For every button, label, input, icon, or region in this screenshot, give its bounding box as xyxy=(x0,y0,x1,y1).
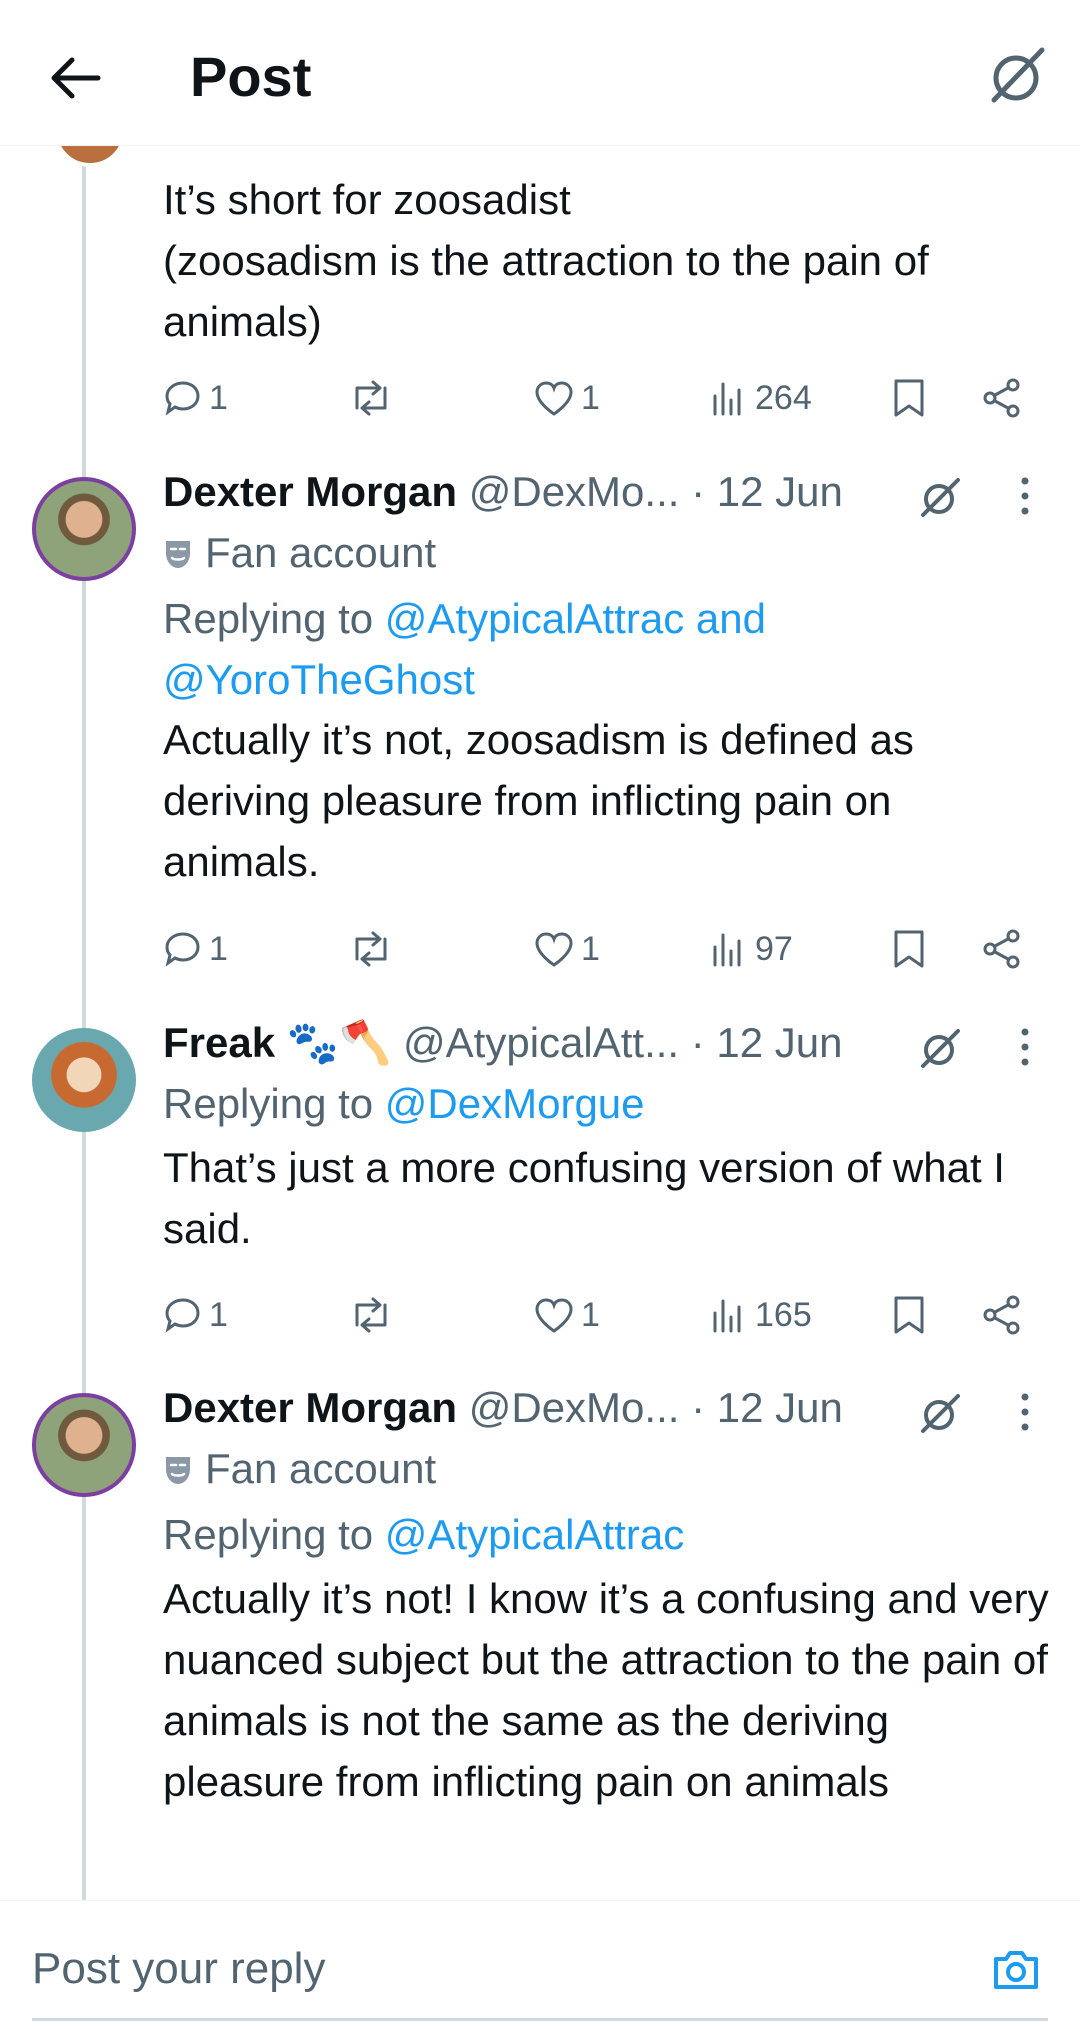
more-options-icon[interactable] xyxy=(1010,471,1040,521)
grok-icon[interactable] xyxy=(918,1391,962,1435)
theater-mask-icon xyxy=(166,1457,190,1484)
more-options-icon[interactable] xyxy=(1010,1022,1040,1072)
like-count: 1 xyxy=(581,929,600,968)
views-icon xyxy=(713,382,741,416)
view-count: 97 xyxy=(755,929,793,968)
share-button[interactable] xyxy=(981,919,1023,979)
avatar[interactable] xyxy=(32,1028,136,1132)
like-button[interactable]: 1 xyxy=(533,919,600,979)
repost-button[interactable] xyxy=(349,1285,393,1345)
display-name[interactable]: Dexter Morgan xyxy=(163,1384,457,1431)
display-name[interactable]: Dexter Morgan xyxy=(163,468,457,515)
bookmark-button[interactable] xyxy=(891,368,927,428)
reply-bar xyxy=(0,1900,1080,2032)
post-header: Dexter Morgan @DexMo... · 12 Jun xyxy=(163,461,843,522)
page-title: Post xyxy=(190,45,312,108)
reply-input[interactable] xyxy=(32,1939,932,1999)
bookmark-icon xyxy=(894,930,924,968)
view-count: 264 xyxy=(755,378,812,417)
view-count: 165 xyxy=(755,1295,812,1334)
post-text: Actually it’s not! I know it’s a confusi… xyxy=(163,1575,1049,1805)
like-button[interactable]: 1 xyxy=(533,368,600,428)
like-count: 1 xyxy=(581,378,600,417)
repost-icon xyxy=(355,1297,387,1333)
share-button[interactable] xyxy=(981,368,1023,428)
reply-icon xyxy=(165,381,200,416)
reply-count: 1 xyxy=(209,929,228,968)
post-actions: 1 1 264 xyxy=(163,368,1043,428)
top-bar: Post xyxy=(0,0,1080,146)
thread-line xyxy=(82,145,86,1900)
share-icon xyxy=(983,378,1020,418)
repost-icon xyxy=(355,931,387,967)
display-name[interactable]: Freak 🐾🪓 xyxy=(163,1019,391,1066)
replying-to: Replying to @AtypicalAttrac xyxy=(163,1511,685,1558)
heart-icon xyxy=(535,381,573,416)
avatar[interactable] xyxy=(53,145,127,167)
repost-button[interactable] xyxy=(349,368,393,428)
post-header: Dexter Morgan @DexMo... · 12 Jun xyxy=(163,1377,843,1438)
views-icon xyxy=(713,1299,741,1333)
bookmark-icon xyxy=(894,379,924,417)
separator-dot: · xyxy=(691,1384,706,1431)
separator-dot: · xyxy=(691,468,706,515)
post-date[interactable]: 12 Jun xyxy=(716,1019,842,1066)
views-button[interactable]: 165 xyxy=(709,1285,812,1345)
user-handle[interactable]: @DexMo... xyxy=(469,468,680,515)
post-date[interactable]: 12 Jun xyxy=(717,1384,843,1431)
more-options-icon[interactable] xyxy=(1010,1387,1040,1437)
share-icon xyxy=(983,929,1020,969)
theater-mask-icon xyxy=(166,541,190,568)
repost-button[interactable] xyxy=(349,919,393,979)
replying-to: Replying to @DexMorgue xyxy=(163,1080,645,1127)
views-icon xyxy=(713,933,741,967)
post-text: It’s short for zoosadist (zoosadism is t… xyxy=(163,176,929,345)
post-header: Freak 🐾🪓 @AtypicalAtt... · 12 Jun xyxy=(163,1012,843,1073)
grok-icon[interactable] xyxy=(918,475,962,519)
repost-icon xyxy=(355,380,387,416)
avatar[interactable] xyxy=(32,477,136,581)
replying-to: Replying to @AtypicalAttrac and @YoroThe… xyxy=(163,595,766,703)
reply-button[interactable]: 1 xyxy=(163,1285,228,1345)
reply-button[interactable]: 1 xyxy=(163,368,228,428)
fan-account-text: Fan account xyxy=(205,529,437,576)
post-actions: 1 1 165 xyxy=(163,1285,1043,1345)
bookmark-icon xyxy=(894,1296,924,1334)
fan-account-label: Fan account xyxy=(163,1438,436,1499)
post-text: Actually it’s not, zoosadism is defined … xyxy=(163,716,914,885)
avatar[interactable] xyxy=(32,1393,136,1497)
back-arrow-icon[interactable] xyxy=(44,48,104,108)
views-button[interactable]: 264 xyxy=(709,368,812,428)
bookmark-button[interactable] xyxy=(891,1285,927,1345)
grok-icon[interactable] xyxy=(986,42,1048,108)
fan-account-text: Fan account xyxy=(205,1445,437,1492)
views-button[interactable]: 97 xyxy=(709,919,793,979)
post-date[interactable]: 12 Jun xyxy=(717,468,843,515)
heart-icon xyxy=(535,1298,573,1333)
mention-link[interactable]: @DexMorgue xyxy=(385,1080,645,1127)
like-count: 1 xyxy=(581,1295,600,1334)
mention-link[interactable]: @AtypicalAttrac xyxy=(385,1511,684,1558)
separator-dot: · xyxy=(690,1019,705,1066)
reply-icon xyxy=(165,932,200,967)
thread: It’s short for zoosadist (zoosadism is t… xyxy=(0,145,1080,1900)
post-text: That’s just a more confusing version of … xyxy=(163,1144,1005,1252)
like-button[interactable]: 1 xyxy=(533,1285,600,1345)
reply-icon xyxy=(165,1298,200,1333)
share-button[interactable] xyxy=(981,1285,1023,1345)
user-handle[interactable]: @DexMo... xyxy=(469,1384,680,1431)
user-handle[interactable]: @AtypicalAtt... xyxy=(403,1019,679,1066)
fan-account-label: Fan account xyxy=(163,522,436,583)
camera-icon[interactable] xyxy=(990,1943,1042,1995)
grok-icon[interactable] xyxy=(918,1026,962,1070)
reply-button[interactable]: 1 xyxy=(163,919,228,979)
bookmark-button[interactable] xyxy=(891,919,927,979)
heart-icon xyxy=(535,932,573,967)
reply-count: 1 xyxy=(209,1295,228,1334)
reply-count: 1 xyxy=(209,378,228,417)
input-underline xyxy=(32,2018,1048,2021)
share-icon xyxy=(983,1295,1020,1335)
post-actions: 1 1 97 xyxy=(163,919,1043,979)
